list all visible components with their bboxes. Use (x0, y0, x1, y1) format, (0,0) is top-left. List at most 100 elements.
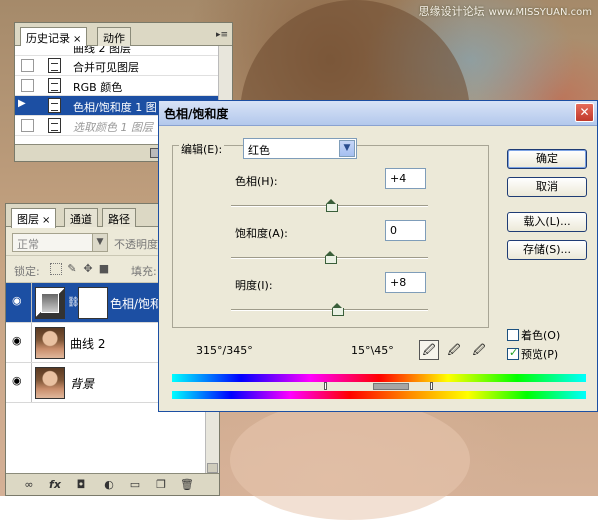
tab-channels-label: 通道 (70, 213, 92, 226)
blend-mode-select[interactable]: 正常 ▼ (12, 233, 108, 252)
visibility-eye-icon[interactable]: ◉ (12, 335, 26, 346)
lock-all-icon[interactable]: ■ (98, 263, 110, 275)
colorize-label: 着色(O) (521, 329, 561, 342)
preview-checkbox[interactable]: 预览(P) (507, 346, 558, 362)
history-item-label: 选取颜色 1 图层 (73, 121, 153, 134)
saturation-value: 0 (390, 224, 397, 237)
divider (31, 323, 32, 362)
lightness-input[interactable]: +8 (385, 272, 426, 293)
chevron-down-icon[interactable]: ▼ (92, 234, 107, 251)
divider (31, 363, 32, 402)
load-button[interactable]: 载入(L)... (507, 212, 587, 232)
checkbox-icon[interactable] (507, 346, 519, 360)
chain-link-icon[interactable]: ⛓ (67, 296, 80, 309)
edit-channel-select[interactable]: 红色 ▼ (243, 138, 357, 159)
lightness-value: +8 (390, 276, 407, 289)
range-falloff-right-handle[interactable] (430, 382, 433, 390)
saturation-input[interactable]: 0 (385, 220, 426, 241)
eyedropper-icon[interactable]: 🖉 (419, 340, 439, 360)
fill-label: 填充: (131, 265, 157, 278)
layer-thumbnail[interactable] (35, 367, 65, 399)
checkbox-icon[interactable] (507, 329, 519, 341)
lock-position-icon[interactable]: ✥ (82, 263, 94, 275)
tab-actions-label: 动作 (103, 32, 125, 45)
layer-name[interactable]: 曲线 2 (70, 335, 105, 352)
eyedropper-minus-icon[interactable]: 🖉 (469, 340, 489, 360)
watermark-cn: 思缘设计论坛 (418, 5, 485, 18)
opacity-label: 不透明度: (114, 238, 162, 251)
snapshot-checkbox[interactable] (21, 59, 34, 72)
chevron-down-icon[interactable]: ▼ (339, 140, 355, 157)
history-item-label: 曲线 2 图层 (73, 46, 131, 55)
document-icon (48, 98, 61, 113)
tab-close-icon[interactable]: × (42, 215, 50, 226)
hue-saturation-dialog: 色相/饱和度 ✕ 编辑(E): 红色 ▼ 色相(H): +4 饱和度(A): 0… (158, 100, 598, 412)
layer-mask-thumbnail[interactable] (78, 287, 108, 319)
saturation-slider-thumb[interactable] (324, 251, 337, 264)
tab-history[interactable]: 历史记录 × (20, 27, 88, 47)
visibility-eye-icon[interactable]: ◉ (12, 295, 26, 306)
tab-layers[interactable]: 图层 × (11, 208, 57, 228)
edit-channel-value: 红色 (248, 144, 270, 157)
hue-value: +4 (390, 172, 407, 185)
lightness-slider-track[interactable] (231, 309, 428, 311)
close-icon[interactable]: ✕ (575, 103, 594, 122)
range-falloff-left-handle[interactable] (324, 382, 327, 390)
tab-actions[interactable]: 动作 (97, 27, 131, 46)
cancel-button[interactable]: 取消 (507, 177, 587, 197)
adjustment-layer-thumbnail[interactable] (35, 287, 65, 319)
layers-footer: ∞ fx ◘ ◐ ▭ ❐ 🗑 (6, 473, 219, 495)
hue-slider-thumb[interactable] (326, 199, 339, 212)
ok-button[interactable]: 确定 (507, 149, 587, 169)
mask-icon[interactable]: ◘ (72, 478, 90, 492)
trash-icon[interactable]: 🗑 (178, 478, 196, 492)
snapshot-checkbox[interactable] (21, 79, 34, 92)
document-icon (48, 78, 61, 93)
edit-label: 编辑(E): (179, 141, 225, 157)
skin-highlight (230, 400, 470, 520)
adjustment-icon[interactable]: ◐ (100, 478, 118, 492)
lightness-label: 明度(I): (235, 279, 273, 292)
tab-close-icon[interactable]: × (73, 34, 81, 45)
dialog-title: 色相/饱和度 (164, 107, 229, 121)
snapshot-checkbox[interactable] (21, 119, 34, 132)
layer-thumbnail[interactable] (35, 327, 65, 359)
input-color-spectrum (172, 374, 586, 382)
colorize-checkbox[interactable]: 着色(O) (507, 327, 560, 343)
history-item[interactable]: 曲线 2 图层 (15, 46, 218, 56)
folder-icon[interactable]: ▭ (126, 478, 144, 492)
saturation-label: 饱和度(A): (235, 227, 288, 240)
output-color-spectrum (172, 391, 586, 399)
new-layer-icon[interactable]: ❐ (152, 478, 170, 492)
visibility-eye-icon[interactable]: ◉ (12, 375, 26, 386)
color-range-bar[interactable] (373, 383, 409, 390)
hue-input[interactable]: +4 (385, 168, 426, 189)
lightness-slider-thumb[interactable] (332, 303, 345, 316)
layer-name[interactable]: 背景 (70, 375, 94, 392)
eyedropper-plus-icon[interactable]: 🖉 (444, 340, 464, 360)
watermark: 思缘设计论坛 www.MISSYUAN.com (419, 3, 592, 19)
save-button[interactable]: 存储(S)... (507, 240, 587, 260)
tab-layers-label: 图层 (17, 213, 39, 226)
fx-icon[interactable]: fx (46, 478, 64, 492)
history-item[interactable]: RGB 颜色 (15, 76, 218, 96)
color-range-strip[interactable] (172, 382, 586, 390)
lock-label: 锁定: (14, 265, 40, 278)
document-icon (48, 118, 61, 133)
document-icon (48, 58, 61, 73)
blend-mode-value: 正常 (17, 238, 39, 251)
tab-paths-label: 路径 (108, 213, 130, 226)
panel-menu-icon[interactable]: ▸≡ (216, 30, 228, 40)
layer-name[interactable]: 色相/饱和 (110, 295, 162, 312)
tab-paths[interactable]: 路径 (102, 208, 136, 227)
lock-transparency-icon[interactable] (50, 263, 62, 275)
dialog-titlebar[interactable]: 色相/饱和度 ✕ (159, 101, 597, 126)
tab-channels[interactable]: 通道 (64, 208, 98, 227)
history-tabbar: 历史记录 × 动作 ▸≡ (15, 23, 232, 47)
lock-pixels-icon[interactable]: ✎ (66, 263, 78, 275)
scrollbar-thumb[interactable] (207, 463, 218, 473)
history-item-label: 色相/饱和度 1 图 (73, 101, 157, 114)
link-icon[interactable]: ∞ (20, 478, 38, 492)
history-state-marker-icon[interactable] (18, 98, 34, 112)
history-item[interactable]: 合并可见图层 (15, 56, 218, 76)
